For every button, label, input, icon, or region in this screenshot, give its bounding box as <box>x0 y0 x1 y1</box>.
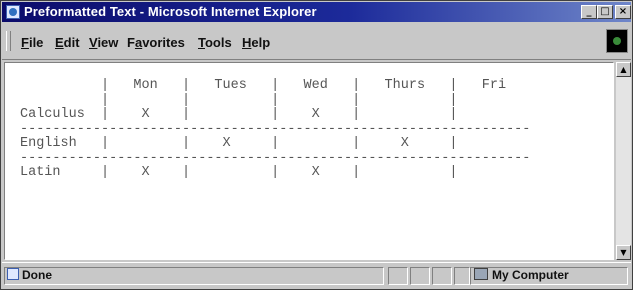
title-bar[interactable]: Preformatted Text - Microsoft Internet E… <box>2 2 631 22</box>
status-pane-blank-1 <box>410 267 430 285</box>
maximize-button[interactable]: □ <box>597 5 613 19</box>
status-bar: Done My Computer <box>2 262 631 289</box>
close-button[interactable]: × <box>615 5 631 19</box>
menu-edit[interactable]: Edit <box>55 35 80 50</box>
menubar-grip[interactable] <box>6 31 11 51</box>
vertical-scrollbar[interactable]: ▲ ▼ <box>616 62 631 260</box>
menu-favorites[interactable]: Favorites <box>127 35 185 50</box>
window-title: Preformatted Text - Microsoft Internet E… <box>24 4 317 19</box>
security-zone-text: My Computer <box>492 268 569 282</box>
status-pane-blank-3 <box>454 267 470 285</box>
ie-app-icon[interactable] <box>6 5 20 19</box>
scroll-down-arrow-icon[interactable]: ▼ <box>616 245 631 260</box>
scroll-up-arrow-icon[interactable]: ▲ <box>616 62 631 77</box>
menu-view[interactable]: View <box>89 35 118 50</box>
status-pane-progress <box>388 267 408 285</box>
page-content[interactable]: | Mon | Tues | Wed | Thurs | Fri | | | |… <box>4 62 614 260</box>
status-pane-blank-2 <box>432 267 452 285</box>
status-text: Done <box>22 268 52 282</box>
preformatted-schedule-text: | Mon | Tues | Wed | Thurs | Fri | | | |… <box>20 78 531 180</box>
menu-file[interactable]: File <box>21 35 43 50</box>
windows-logo-throbber-icon <box>606 29 628 53</box>
browser-window: Preformatted Text - Microsoft Internet E… <box>0 0 633 290</box>
page-done-icon <box>7 268 19 280</box>
menu-bar: File Edit View Favorites Tools Help <box>2 23 631 60</box>
minimize-button[interactable]: _ <box>581 5 597 19</box>
menu-help[interactable]: Help <box>242 35 270 50</box>
status-pane-main <box>4 267 384 285</box>
my-computer-icon <box>474 268 488 280</box>
menu-tools[interactable]: Tools <box>198 35 232 50</box>
